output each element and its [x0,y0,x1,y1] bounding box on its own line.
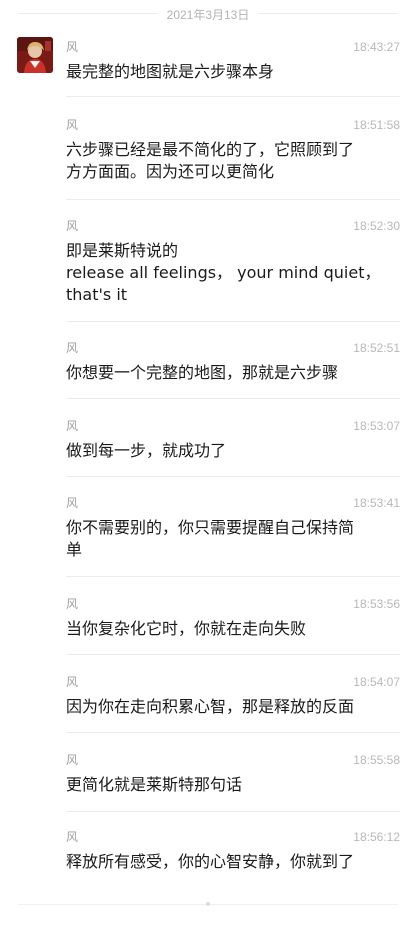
message-item[interactable]: 风 18:51:58 六步骤已经是最不简化的了，它照顾到了 方方面面。因为还可以… [66,117,400,200]
sender-name: 风 [66,496,79,510]
message-text: 你不需要别的，你只需要提醒自己保持简 单 [66,518,355,559]
message-text: 做到每一步，就成功了 [66,441,227,460]
message-item[interactable]: 风 18:53:56 当你复杂化它时，你就在走向失败 [66,596,400,655]
date-label: 2021年3月13日 [166,8,250,22]
message-item[interactable]: 风 18:52:30 即是莱斯特说的 release all feelings，… [66,218,400,322]
message-time: 18:55:58 [353,753,400,767]
message-time: 18:56:12 [353,830,400,844]
date-divider: 2021年3月13日 [0,0,416,28]
message-item[interactable]: 风 18:54:07 因为你在走向积累心智，那是释放的反面 [66,674,400,733]
message-text: 即是莱斯特说的 release all feelings， your mind … [66,241,381,304]
message-item[interactable]: 风 18:53:07 做到每一步，就成功了 [66,418,400,477]
message-time: 18:43:27 [353,40,400,54]
sender-name: 风 [66,597,79,611]
sender-name: 风 [66,219,79,233]
message-time: 18:53:41 [353,496,400,510]
message-time: 18:53:56 [353,597,400,611]
sender-name: 风 [66,341,79,355]
sender-name: 风 [66,830,79,844]
message-item[interactable]: 风 18:52:51 你想要一个完整的地图，那就是六步骤 [66,340,400,399]
message-item[interactable]: 风 18:43:27 最完整的地图就是六步骤本身 [66,39,400,97]
message-item[interactable]: 风 18:53:41 你不需要别的，你只需要提醒自己保持简 单 [66,495,400,577]
end-of-list-dot-icon [206,902,210,906]
sender-avatar[interactable] [17,37,53,73]
sender-name: 风 [66,675,79,689]
sender-name: 风 [66,40,79,54]
message-time: 18:52:30 [353,219,400,233]
message-text: 六步骤已经是最不简化的了，它照顾到了 方方面面。因为还可以更简化 [66,140,355,181]
profile-photo-avatar-icon [17,37,53,73]
sender-name: 风 [66,753,79,767]
message-time: 18:52:51 [353,341,400,355]
sender-name: 风 [66,118,79,132]
message-time: 18:53:07 [353,419,400,433]
message-text: 因为你在走向积累心智，那是释放的反面 [66,697,355,716]
message-text: 你想要一个完整的地图，那就是六步骤 [66,363,339,382]
message-time: 18:54:07 [353,675,400,689]
message-text: 更简化就是莱斯特那句话 [66,775,243,794]
message-item[interactable]: 风 18:56:12 释放所有感受，你的心智安静，你就到了 [66,829,400,889]
message-time: 18:51:58 [353,118,400,132]
message-text: 最完整的地图就是六步骤本身 [66,62,275,81]
message-item[interactable]: 风 18:55:58 更简化就是莱斯特那句话 [66,752,400,812]
sender-name: 风 [66,419,79,433]
message-text: 当你复杂化它时，你就在走向失败 [66,619,307,638]
message-text: 释放所有感受，你的心智安静，你就到了 [66,852,355,871]
